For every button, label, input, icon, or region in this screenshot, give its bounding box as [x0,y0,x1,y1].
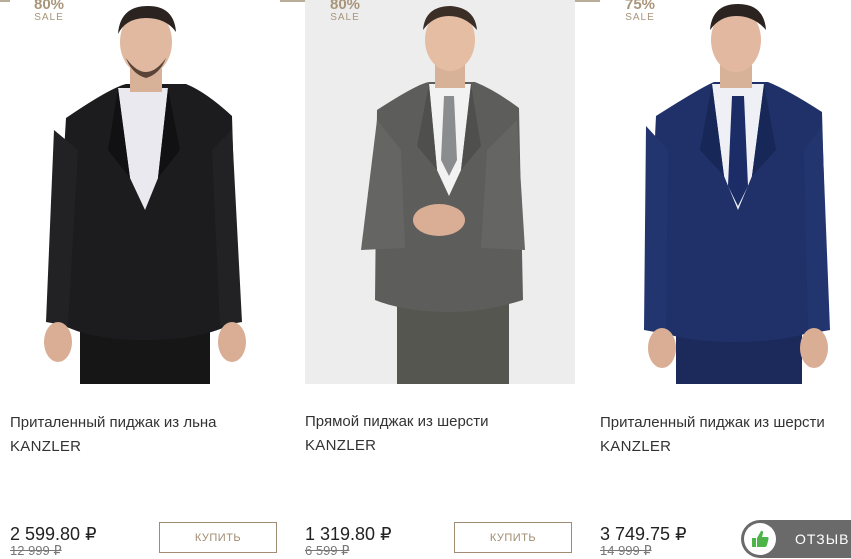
product-price: 1 319.80 ₽ [305,524,392,544]
buy-button[interactable]: КУПИТЬ [454,522,572,553]
product-title[interactable]: Прямой пиджак из шерсти [305,413,489,430]
product-image[interactable] [600,0,851,384]
product-brand: KANZLER [305,437,377,454]
discount-badge: 75% SALE [620,0,660,23]
discount-percent: 80% [33,0,65,13]
product-title[interactable]: Приталенный пиджак из льна [10,414,217,431]
product-old-price: 12 999 ₽ [10,543,62,558]
product-brand: KANZLER [10,438,82,455]
sale-label: SALE [625,12,655,23]
product-title[interactable]: Приталенный пиджак из шерсти [600,414,825,431]
product-card[interactable]: 80% SALE Приталенный пиджак из льна KANZ… [10,0,290,558]
product-old-price: 6 599 ₽ [305,543,350,558]
discount-percent: 75% [624,0,656,13]
thumbs-up-icon [744,523,776,555]
product-brand: KANZLER [600,438,672,455]
product-image[interactable] [305,0,575,384]
product-old-price: 14 999 ₽ [600,543,652,558]
product-card[interactable]: 75% SALE Приталенный пиджак из шерсти KA… [600,0,851,558]
product-image[interactable] [10,0,280,384]
discount-badge: 80% SALE [29,0,69,23]
reviews-widget-button[interactable]: ОТЗЫВ [741,520,851,558]
reviews-widget-label: ОТЗЫВ [795,531,850,547]
buy-button[interactable]: КУПИТЬ [159,522,277,553]
product-card[interactable]: 80% SALE Прямой пиджак из шерсти KANZLER… [305,0,585,558]
sale-label: SALE [34,12,64,23]
discount-percent: 80% [329,0,361,13]
sale-label: SALE [330,12,360,23]
discount-badge: 80% SALE [325,0,365,23]
product-price: 3 749.75 ₽ [600,524,687,544]
product-price: 2 599.80 ₽ [10,524,97,544]
